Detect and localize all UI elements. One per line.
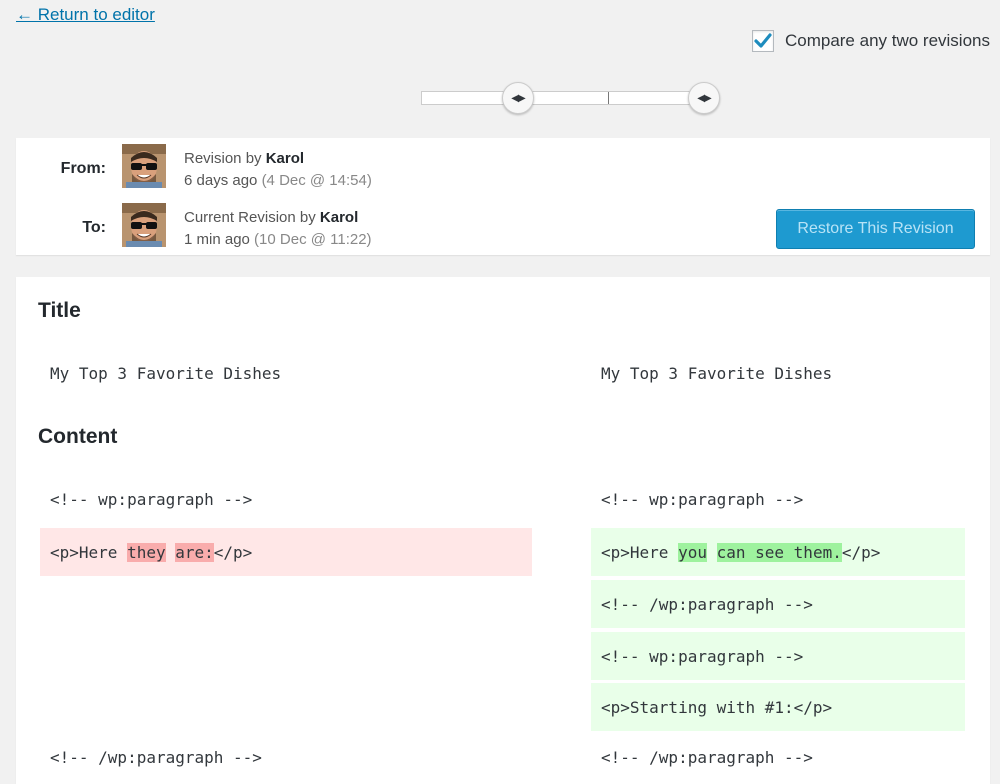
deleted-word: they bbox=[127, 542, 166, 562]
added-line: <p>Here you can see them. </p> bbox=[591, 528, 965, 576]
content-heading: Content bbox=[38, 425, 118, 448]
diff-text bbox=[166, 543, 176, 562]
slider-tick bbox=[608, 92, 609, 104]
added-line: <p>Starting with #1:</p> bbox=[591, 683, 965, 731]
to-prefix: Current Revision by bbox=[184, 209, 316, 226]
added-word: can see them. bbox=[716, 542, 842, 562]
from-author: Karol bbox=[265, 150, 305, 167]
diff-panel: Title My Top 3 Favorite Dishes My Top 3 … bbox=[16, 277, 990, 784]
restore-revision-button[interactable]: Restore This Revision bbox=[776, 209, 975, 249]
return-to-editor-link[interactable]: ← Return to editor bbox=[16, 5, 155, 25]
compare-any-two-toggle[interactable]: Compare any two revisions bbox=[751, 30, 990, 52]
diff-text: </p> bbox=[841, 542, 881, 562]
added-line: <!-- wp:paragraph --> bbox=[591, 632, 965, 680]
arrows-left-right-icon: ◀▶ bbox=[511, 92, 525, 104]
title-right: My Top 3 Favorite Dishes bbox=[601, 364, 833, 383]
deleted-word: are: bbox=[175, 542, 214, 562]
compare-label: Compare any two revisions bbox=[784, 31, 990, 50]
to-handle[interactable]: ◀▶ bbox=[688, 82, 720, 114]
avatar bbox=[122, 144, 166, 188]
to-meta: Current Revision by Karol 1 min ago (10 … bbox=[184, 207, 372, 251]
from-revision: From: Revision by Karol 6 days ago (4 De… bbox=[16, 144, 990, 196]
diff-right-line: <!-- /wp:paragraph --> bbox=[601, 748, 813, 767]
from-handle[interactable]: ◀▶ bbox=[502, 82, 534, 114]
slider-range bbox=[518, 92, 702, 104]
title-heading: Title bbox=[38, 299, 81, 322]
from-meta: Revision by Karol 6 days ago (4 Dec @ 14… bbox=[184, 148, 372, 192]
diff-text: <p>Here bbox=[50, 542, 128, 562]
avatar bbox=[122, 203, 166, 247]
diff-text: <p>Here bbox=[601, 542, 679, 562]
revision-meta-panel: From: Revision by Karol 6 days ago (4 De… bbox=[16, 138, 990, 255]
diff-left-line: <!-- wp:paragraph --> bbox=[50, 490, 253, 509]
arrows-left-right-icon: ◀▶ bbox=[697, 92, 711, 104]
to-relative-time: 1 min ago bbox=[184, 231, 250, 248]
from-prefix: Revision by bbox=[184, 150, 262, 167]
from-date: (4 Dec @ 14:54) bbox=[261, 172, 372, 189]
checkmark-icon bbox=[754, 33, 772, 48]
diff-left-line: <!-- /wp:paragraph --> bbox=[50, 748, 262, 767]
compare-checkbox[interactable] bbox=[751, 30, 774, 52]
from-label: From: bbox=[60, 160, 106, 177]
diff-text: </p> bbox=[213, 542, 253, 562]
to-author: Karol bbox=[319, 209, 359, 226]
added-line: <!-- /wp:paragraph --> bbox=[591, 580, 965, 628]
to-date: (10 Dec @ 11:22) bbox=[254, 231, 372, 248]
to-label: To: bbox=[82, 219, 106, 236]
added-word: you bbox=[678, 542, 707, 562]
title-left: My Top 3 Favorite Dishes bbox=[50, 364, 282, 383]
deleted-line: <p>Here they are: </p> bbox=[40, 528, 532, 576]
diff-text bbox=[707, 543, 717, 562]
from-relative-time: 6 days ago bbox=[184, 172, 258, 189]
diff-right-line: <!-- wp:paragraph --> bbox=[601, 490, 804, 509]
revision-slider[interactable]: ◀▶ ◀▶ bbox=[421, 82, 720, 114]
